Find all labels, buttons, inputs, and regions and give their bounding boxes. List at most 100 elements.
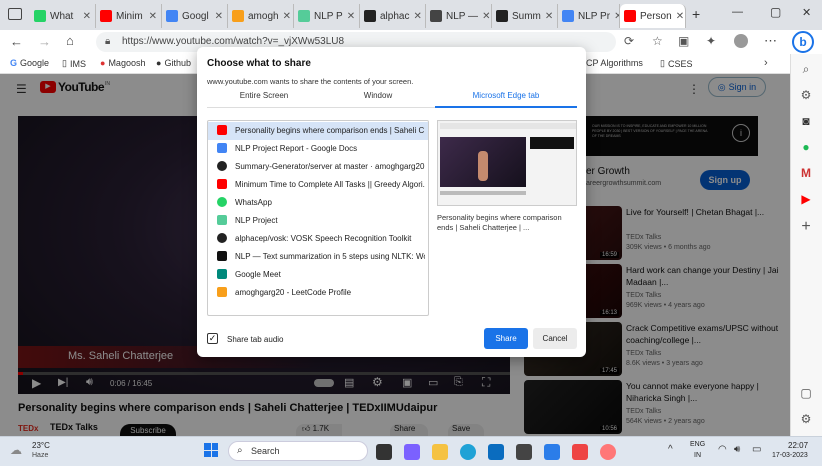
tab-label: amogh	[248, 10, 279, 22]
favorites-icon[interactable]: ☆	[652, 34, 663, 48]
source-item[interactable]: NLP — Text summarization in 5 steps usin…	[209, 247, 425, 265]
tab-nlp-report[interactable]: NLP Pr✕	[558, 4, 620, 28]
home-icon[interactable]: ⌂	[66, 33, 74, 48]
tab-window[interactable]: Window	[321, 91, 435, 100]
back-icon[interactable]: ←	[10, 34, 23, 49]
close-icon[interactable]: ✕	[610, 11, 619, 22]
store-icon[interactable]	[516, 444, 532, 460]
close-icon[interactable]: ✕	[409, 11, 421, 22]
window-menu-icon[interactable]	[8, 8, 22, 20]
collections-icon[interactable]: ▣	[678, 34, 689, 48]
bookmark-ims[interactable]: ▯ IMS	[62, 58, 86, 69]
youtube-icon[interactable]: ▶	[797, 190, 815, 208]
spotify-icon[interactable]: ●	[797, 138, 815, 156]
source-item[interactable]: Google Meet	[209, 265, 425, 283]
tools-icon[interactable]: ◙	[797, 112, 815, 130]
bing-chat-icon[interactable]: b	[792, 31, 814, 53]
source-label: amoghgarg20 - LeetCode Profile	[235, 287, 352, 297]
close-icon[interactable]: ✕	[478, 11, 490, 22]
chevron-up-icon[interactable]: ^	[668, 444, 673, 455]
magoosh-icon: ●	[100, 58, 106, 68]
bookmark-github[interactable]: ● Github	[156, 58, 191, 68]
close-icon[interactable]: ✕	[672, 11, 684, 22]
tab-google-docs[interactable]: Googl ✕	[162, 4, 228, 28]
tab-nlp-medium[interactable]: NLP — ✕	[426, 4, 492, 28]
tab-leetcode[interactable]: amogh ✕	[228, 4, 294, 28]
tab-personality-active[interactable]: Person ✕	[620, 4, 686, 28]
source-item[interactable]: amoghgarg20 - LeetCode Profile	[209, 283, 425, 301]
bookmark-google[interactable]: G Google	[10, 58, 49, 68]
youtube-icon	[100, 10, 112, 22]
taskbar-search[interactable]: ⌕ Search	[228, 441, 368, 461]
more-menu-icon[interactable]: ⋯	[764, 33, 777, 49]
gmail-icon[interactable]: M	[797, 164, 815, 182]
preview-ad	[530, 137, 574, 149]
tab-whatsapp[interactable]: What ✕	[30, 4, 96, 28]
active-tab-indicator	[435, 106, 577, 108]
weather-desc: Haze	[32, 452, 49, 459]
close-icon[interactable]: ✕	[211, 11, 223, 22]
sidebar-toggle-icon[interactable]: ▢	[797, 384, 815, 402]
source-item[interactable]: Minimum Time to Complete All Tasks || Gr…	[209, 175, 425, 193]
tab-alphacep[interactable]: alphac ✕	[360, 4, 426, 28]
task-view-icon[interactable]	[376, 444, 392, 460]
search-icon[interactable]: ⌕	[797, 60, 815, 78]
source-item[interactable]: WhatsApp	[209, 193, 425, 211]
bookmark-cses[interactable]: ▯ CSES	[660, 58, 692, 69]
source-item[interactable]: Summary-Generator/server at master · amo…	[209, 157, 425, 175]
windows-start-icon[interactable]	[204, 443, 218, 457]
bookmark-cp-algorithms[interactable]: CP Algorithms	[586, 58, 643, 68]
close-icon[interactable]: ✕	[279, 11, 291, 22]
tab-nlp-project[interactable]: NLP P ✕	[294, 4, 360, 28]
source-item[interactable]: alphacep/vosk: VOSK Speech Recognition T…	[209, 229, 425, 247]
clock-date[interactable]: 17-03-2023	[772, 452, 808, 459]
tab-entire-screen[interactable]: Entire Screen	[207, 91, 321, 100]
profile-avatar[interactable]	[734, 34, 748, 48]
share-button[interactable]: Share	[484, 328, 528, 349]
volume-icon[interactable]: 🔊︎	[734, 444, 740, 455]
clock-time[interactable]: 22:07	[788, 441, 808, 450]
close-icon[interactable]: ✕	[145, 11, 157, 22]
tab-minimum[interactable]: Minim ✕	[96, 4, 162, 28]
chevron-right-icon[interactable]: ›	[764, 57, 768, 69]
bookmark-magoosh[interactable]: ● Magoosh	[100, 58, 145, 68]
close-window-button[interactable]: ✕	[802, 6, 811, 19]
source-item[interactable]: NLP Project Report - Google Docs	[209, 139, 425, 157]
region-code[interactable]: IN	[694, 452, 701, 459]
vscode-icon[interactable]	[544, 444, 560, 460]
wifi-icon[interactable]: ◠	[718, 444, 727, 455]
share-audio-checkbox[interactable]: ✓	[207, 333, 218, 344]
bookmark-label: IMS	[69, 58, 86, 69]
weather-icon[interactable]: ☁	[10, 443, 22, 457]
source-label: NLP — Text summarization in 5 steps usin…	[235, 251, 425, 261]
app-icon[interactable]	[572, 444, 588, 460]
minimize-button[interactable]: —	[732, 6, 743, 18]
mail-icon[interactable]	[488, 444, 504, 460]
close-icon[interactable]: ✕	[79, 11, 91, 22]
close-icon[interactable]: ✕	[343, 11, 355, 22]
edge-icon[interactable]	[460, 444, 476, 460]
extensions-icon[interactable]: ✦	[706, 34, 716, 48]
teams-icon[interactable]	[404, 444, 420, 460]
source-item[interactable]: NLP Project	[209, 211, 425, 229]
battery-icon[interactable]: ▭	[752, 444, 761, 455]
tab-label: Minim	[116, 10, 143, 22]
maximize-button[interactable]: ▢	[770, 5, 781, 19]
new-tab-button[interactable]: +	[692, 6, 700, 22]
file-explorer-icon[interactable]	[432, 444, 448, 460]
cancel-button[interactable]: Cancel	[533, 328, 577, 349]
app-icon[interactable]	[600, 444, 616, 460]
tab-summary-github[interactable]: Summ ✕	[492, 4, 558, 28]
shopping-icon[interactable]: ⚙	[797, 86, 815, 104]
settings-icon[interactable]: ⚙	[797, 410, 815, 428]
tab-label: Person	[640, 10, 672, 22]
close-icon[interactable]: ✕	[541, 11, 553, 22]
language-code[interactable]: ENG	[690, 441, 705, 448]
tab-edge-tab[interactable]: Microsoft Edge tab	[435, 91, 577, 100]
source-item[interactable]: Personality begins where comparison ends…	[209, 121, 425, 139]
refresh-icon[interactable]: ⟳	[624, 34, 634, 48]
forward-icon[interactable]: →	[38, 34, 51, 49]
dialog-title: Choose what to share	[207, 58, 311, 69]
add-icon[interactable]: +	[797, 218, 815, 236]
source-label: Summary-Generator/server at master · amo…	[235, 161, 425, 171]
